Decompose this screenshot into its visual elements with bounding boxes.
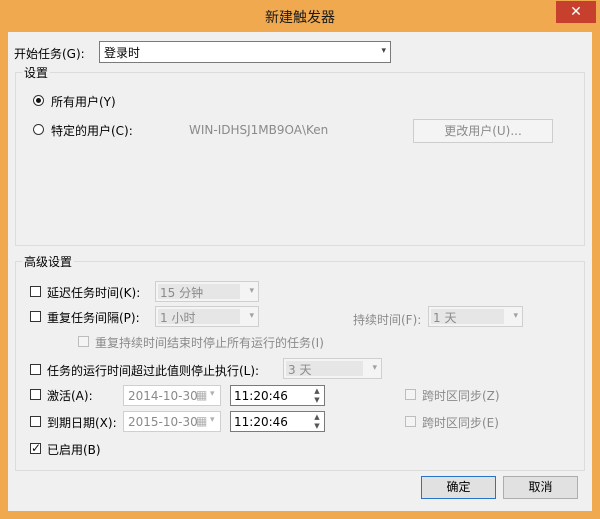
chevron-down-icon: ▾: [513, 311, 518, 321]
activate-time-value: 11:20:46: [234, 389, 288, 403]
stop-if-longer-label: 任务的运行时间超过此值则停止执行(L):: [47, 364, 260, 378]
chevron-down-icon: ▾: [210, 415, 215, 425]
duration-label: 持续时间(F):: [353, 313, 422, 327]
change-user-button[interactable]: 更改用户(U)...: [413, 119, 553, 143]
stop-if-longer-select[interactable]: 3 天 ▾: [283, 358, 382, 379]
stop-at-end-label: 重复持续时间结束时停止所有运行的任务(I): [95, 336, 324, 350]
activate-label: 激活(A):: [47, 389, 93, 403]
repeat-interval-select[interactable]: 1 小时 ▾: [155, 306, 259, 327]
chevron-down-icon: ▾: [249, 311, 254, 321]
user-name-text: WIN-IDHSJ1MB9OA\Ken: [189, 123, 329, 137]
duration-select[interactable]: 1 天 ▾: [428, 306, 523, 327]
expire-time-input[interactable]: 11:20:46 ▲ ▼: [230, 411, 325, 432]
sync-timezone-checkbox-2[interactable]: [405, 416, 416, 427]
start-task-value: 登录时: [104, 46, 141, 60]
activate-date-picker[interactable]: 2014-10-30 ▦ ▾: [123, 385, 221, 406]
duration-value: 1 天: [433, 311, 457, 325]
expire-label: 到期日期(X):: [47, 416, 117, 430]
stop-if-longer-value: 3 天: [288, 363, 312, 377]
specific-user-label: 特定的用户(C):: [51, 124, 133, 138]
all-users-label: 所有用户(Y): [51, 95, 116, 109]
expire-checkbox[interactable]: [30, 416, 41, 427]
activate-date-value: 2014-10-30: [128, 389, 198, 403]
delay-task-value: 15 分钟: [160, 286, 204, 300]
calendar-icon: ▦: [196, 414, 208, 428]
sync-timezone-label-2: 跨时区同步(E): [422, 416, 499, 430]
enabled-checkbox[interactable]: [30, 441, 41, 455]
spin-up-icon[interactable]: ▲: [311, 387, 323, 395]
specific-user-radio[interactable]: [33, 124, 44, 135]
delay-task-label: 延迟任务时间(K):: [47, 286, 141, 300]
delay-task-checkbox[interactable]: [30, 286, 41, 297]
stop-if-longer-checkbox[interactable]: [30, 364, 41, 375]
sync-timezone-checkbox-1[interactable]: [405, 389, 416, 400]
chevron-down-icon: ▾: [210, 389, 215, 399]
delay-task-select[interactable]: 15 分钟 ▾: [155, 281, 259, 302]
activate-time-input[interactable]: 11:20:46 ▲ ▼: [230, 385, 325, 406]
chevron-down-icon: ▾: [249, 286, 254, 296]
repeat-task-checkbox[interactable]: [30, 311, 41, 322]
title-bar[interactable]: 新建触发器 ✕: [0, 0, 600, 32]
close-button[interactable]: ✕: [556, 1, 596, 23]
start-task-label: 开始任务(G):: [14, 47, 85, 61]
close-icon: ✕: [570, 4, 582, 20]
new-trigger-dialog: 新建触发器 ✕ 开始任务(G): 登录时 ▾ 设置 所有用户(Y) 特定的用户(…: [0, 0, 600, 519]
settings-group-title: 设置: [22, 64, 51, 81]
advanced-group-title: 高级设置: [22, 253, 75, 270]
repeat-interval-value: 1 小时: [160, 311, 196, 325]
expire-date-picker[interactable]: 2015-10-30 ▦ ▾: [123, 411, 221, 432]
cancel-button[interactable]: 取消: [503, 476, 578, 499]
sync-timezone-label-1: 跨时区同步(Z): [422, 389, 500, 403]
window-title: 新建触发器: [265, 10, 335, 26]
spin-down-icon[interactable]: ▼: [311, 422, 323, 430]
stop-at-end-checkbox[interactable]: [78, 336, 89, 347]
expire-date-value: 2015-10-30: [128, 415, 198, 429]
calendar-icon: ▦: [196, 388, 208, 402]
activate-checkbox[interactable]: [30, 389, 41, 400]
expire-time-value: 11:20:46: [234, 415, 288, 429]
ok-button[interactable]: 确定: [421, 476, 496, 499]
chevron-down-icon: ▾: [372, 363, 377, 373]
all-users-radio[interactable]: [33, 95, 44, 106]
repeat-task-label: 重复任务间隔(P):: [47, 311, 140, 325]
chevron-down-icon: ▾: [381, 46, 386, 56]
enabled-label: 已启用(B): [47, 443, 101, 457]
spin-down-icon[interactable]: ▼: [311, 396, 323, 404]
dialog-client: 开始任务(G): 登录时 ▾ 设置 所有用户(Y) 特定的用户(C): WIN-…: [8, 32, 592, 511]
spin-up-icon[interactable]: ▲: [311, 413, 323, 421]
start-task-select[interactable]: 登录时 ▾: [99, 41, 391, 63]
